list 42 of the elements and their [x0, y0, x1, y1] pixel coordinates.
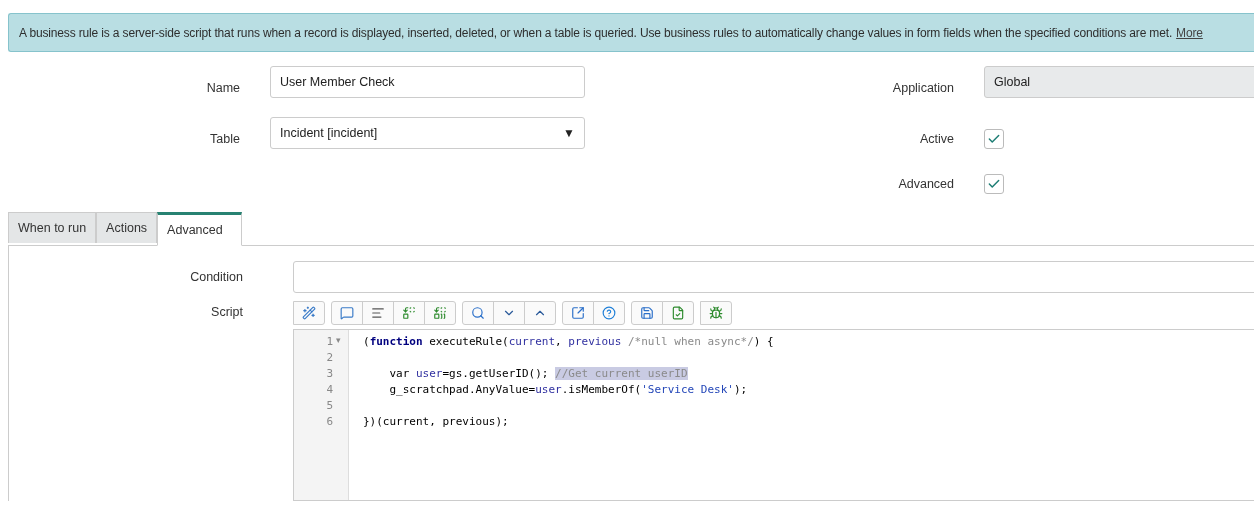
field-label: Active [918, 132, 955, 146]
more-info-link[interactable]: More [1176, 25, 1203, 40]
search-icon[interactable] [462, 301, 494, 325]
field-label: Condition [189, 270, 244, 284]
format-icon[interactable] [362, 301, 394, 325]
code-line: g_scratchpad.AnyValue=user.isMemberOf('Service Desk'); [388, 383, 748, 396]
table-select[interactable]: Incident [incident] ▼ [270, 117, 585, 150]
line-number: 6 [326, 415, 333, 430]
code-line: (function executeRule(current, previous /*null when async*/) { [363, 335, 774, 348]
application-field: Global [984, 66, 1254, 98]
fullscreen-icon[interactable] [562, 301, 594, 325]
banner-text: A business rule is a server-side script that runs when a record is displayed, inserted, deleted, or when a table is queried. Use business rules to automatically change values in form fields when the specified conditions are met. [19, 25, 1173, 40]
caret-icon: ▼ [563, 126, 575, 141]
replace-all-icon[interactable] [424, 301, 456, 325]
line-number: 4 [326, 383, 333, 398]
code-line: var user=gs.getUserID(); //Get current userID [388, 367, 688, 380]
tab[interactable]: Actions [96, 212, 158, 243]
line-number: 1 [326, 335, 333, 350]
help-icon[interactable] [593, 301, 625, 325]
comment-icon[interactable] [331, 301, 363, 325]
field-label: Table [209, 132, 241, 146]
condition-field[interactable] [293, 261, 1254, 293]
save-icon[interactable] [631, 301, 663, 325]
tab[interactable]: When to run [8, 212, 97, 243]
advanced-checkbox[interactable] [984, 174, 1004, 195]
field-label: Name [205, 80, 241, 95]
field-label: Application [891, 80, 955, 95]
bug-icon[interactable] [700, 301, 732, 325]
code-editor[interactable]: 1 ▾ 2 3 4 5 6 (function executeRule(current, previous /*null when async*/) { var user=gs.getUserID(); //Get current userID g_scratchpad.AnyValue=user.isMemberOf('Service Desk'); })(current, previous); [293, 329, 1254, 501]
script-wand-icon[interactable] [293, 301, 325, 325]
replace-icon[interactable] [393, 301, 425, 325]
line-number: 2 [326, 351, 333, 366]
check-file-icon[interactable] [662, 301, 694, 325]
code-line: })(current, previous); [363, 415, 509, 428]
field-label: Script [210, 304, 244, 319]
tab[interactable]: Advanced [157, 212, 242, 246]
line-number: 5 [326, 399, 333, 414]
name-field[interactable]: User Member Check [270, 66, 585, 98]
check-icon [987, 132, 1001, 146]
field-label: Advanced [897, 177, 955, 192]
active-checkbox[interactable] [984, 129, 1004, 149]
line-number: 3 [326, 367, 333, 382]
